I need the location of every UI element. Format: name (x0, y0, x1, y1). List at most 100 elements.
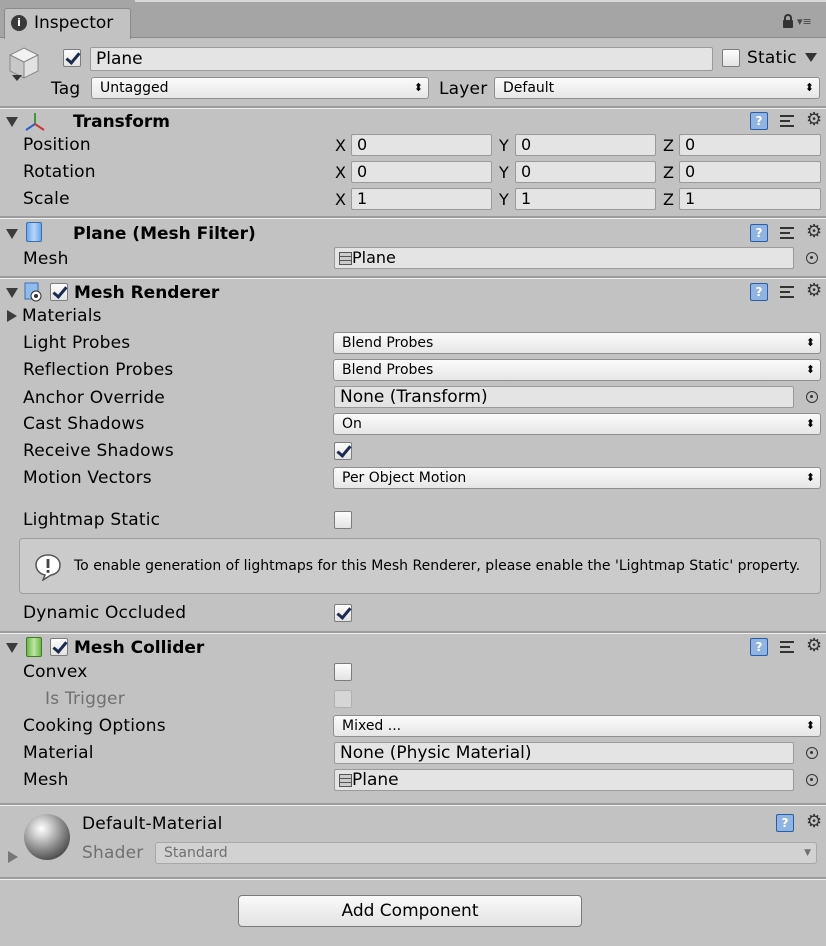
position-x-field[interactable]: 0 (351, 134, 492, 156)
updown-icon: ⬍ (805, 336, 815, 349)
foldout-arrow-icon[interactable] (6, 229, 18, 239)
position-z-field[interactable]: 0 (679, 134, 821, 156)
help-icon[interactable]: ? (776, 814, 794, 832)
anchor-override-label: Anchor Override (23, 388, 165, 408)
static-checkbox[interactable] (722, 49, 740, 67)
tag-dropdown[interactable]: Untagged ⬍ (91, 77, 429, 99)
mesh-renderer-enabled-checkbox[interactable] (50, 283, 68, 301)
cooking-options-value: Mixed ... (342, 718, 402, 734)
scale-z-field[interactable]: 1 (679, 188, 821, 210)
foldout-arrow-icon[interactable] (6, 288, 18, 298)
updown-icon: ⬍ (805, 719, 815, 732)
cast-shadows-dropdown[interactable]: On ⬍ (333, 413, 821, 435)
add-component-label: Add Component (341, 901, 479, 921)
materials-label[interactable]: Materials (22, 306, 102, 326)
help-icon[interactable]: ? (750, 283, 768, 301)
add-component-button[interactable]: Add Component (238, 895, 582, 927)
shader-dropdown[interactable]: Standard ▼ (155, 842, 817, 864)
gear-icon[interactable]: ⚙ (806, 111, 822, 129)
object-picker-icon[interactable] (806, 391, 818, 403)
gear-icon[interactable]: ⚙ (806, 223, 822, 241)
object-picker-icon[interactable] (806, 774, 818, 786)
shader-label: Shader (82, 843, 144, 863)
object-picker-icon[interactable] (806, 747, 818, 759)
scale-x-field[interactable]: 1 (351, 188, 492, 210)
divider (0, 218, 826, 219)
reflection-probes-dropdown[interactable]: Blend Probes ⬍ (333, 359, 821, 381)
receive-shadows-checkbox[interactable] (334, 442, 352, 460)
collider-mesh-field[interactable]: Plane (334, 769, 794, 791)
tab-inspector[interactable]: i Inspector (4, 8, 131, 39)
gameobject-dropdown-icon[interactable] (12, 75, 22, 81)
updown-icon: ⬍ (804, 81, 814, 94)
anchor-override-field[interactable]: None (Transform) (334, 386, 794, 408)
motion-vectors-dropdown[interactable]: Per Object Motion ⬍ (333, 467, 821, 489)
axis-x-label[interactable]: X (335, 163, 346, 182)
convex-checkbox[interactable] (334, 663, 352, 681)
rotation-y-field[interactable]: 0 (515, 161, 656, 183)
lightmap-static-checkbox[interactable] (334, 511, 352, 529)
axis-y-label[interactable]: Y (499, 136, 509, 155)
scale-y-field[interactable]: 1 (515, 188, 656, 210)
shader-value: Standard (164, 845, 228, 861)
light-probes-dropdown[interactable]: Blend Probes ⬍ (333, 332, 821, 354)
preset-icon[interactable] (780, 225, 796, 241)
materials-foldout-arrow-icon[interactable] (7, 310, 17, 322)
convex-label: Convex (23, 662, 88, 682)
dynamic-occluded-label: Dynamic Occluded (23, 603, 187, 623)
gear-icon[interactable]: ⚙ (806, 813, 822, 831)
foldout-arrow-icon[interactable] (6, 117, 18, 127)
name-field[interactable]: Plane (90, 47, 713, 71)
mesh-collider-enabled-checkbox[interactable] (50, 638, 68, 656)
dynamic-occluded-checkbox[interactable] (334, 604, 352, 622)
mesh-field[interactable]: Plane (334, 247, 794, 269)
active-checkbox[interactable] (63, 49, 81, 67)
divider (0, 108, 826, 109)
transform-title: Transform (73, 112, 170, 132)
axis-y-label[interactable]: Y (499, 190, 509, 209)
static-dropdown-icon[interactable] (805, 53, 817, 62)
tab-menu-icon[interactable]: ▾≡ (797, 15, 812, 28)
layer-dropdown[interactable]: Default ⬍ (494, 77, 820, 99)
info-icon: i (11, 15, 27, 31)
gear-icon[interactable]: ⚙ (806, 282, 822, 300)
axis-z-label[interactable]: Z (663, 190, 674, 209)
axis-z-label[interactable]: Z (663, 163, 674, 182)
position-y-field[interactable]: 0 (515, 134, 656, 156)
axis-y-label[interactable]: Y (499, 163, 509, 182)
lock-shackle (784, 14, 792, 22)
material-preview-sphere (24, 814, 70, 860)
help-icon[interactable]: ? (750, 112, 768, 130)
mesh-filter-title: Plane (Mesh Filter) (73, 224, 256, 244)
info-box: To enable generation of lightmaps for th… (19, 538, 821, 594)
rotation-label: Rotation (23, 162, 96, 182)
help-icon[interactable]: ? (750, 224, 768, 242)
light-probes-value: Blend Probes (342, 335, 434, 351)
mesh-collider-icon (26, 637, 42, 657)
info-bubble-icon (34, 553, 62, 582)
help-icon[interactable]: ? (750, 638, 768, 656)
axis-z-label[interactable]: Z (663, 136, 674, 155)
static-label: Static (747, 48, 797, 68)
info-message: To enable generation of lightmaps for th… (74, 558, 801, 574)
tag-value: Untagged (100, 80, 169, 96)
layer-value: Default (503, 80, 555, 96)
preset-icon[interactable] (780, 113, 796, 129)
mesh-renderer-icon (24, 282, 44, 302)
preset-icon[interactable] (780, 284, 796, 300)
axis-x-label[interactable]: X (335, 136, 346, 155)
axis-x-label[interactable]: X (335, 190, 346, 209)
collider-mesh-label: Mesh (23, 770, 69, 790)
foldout-arrow-icon[interactable] (6, 643, 18, 653)
gear-icon[interactable]: ⚙ (806, 637, 822, 655)
physic-material-field[interactable]: None (Physic Material) (334, 742, 794, 764)
object-picker-icon[interactable] (806, 252, 818, 264)
cooking-options-dropdown[interactable]: Mixed ... ⬍ (333, 715, 821, 737)
material-foldout-arrow-icon[interactable] (8, 851, 18, 863)
position-label: Position (23, 135, 91, 155)
preset-icon[interactable] (780, 639, 796, 655)
mesh-value: Plane (352, 248, 396, 267)
rotation-z-field[interactable]: 0 (679, 161, 821, 183)
reflection-probes-value: Blend Probes (342, 362, 434, 378)
rotation-x-field[interactable]: 0 (351, 161, 492, 183)
